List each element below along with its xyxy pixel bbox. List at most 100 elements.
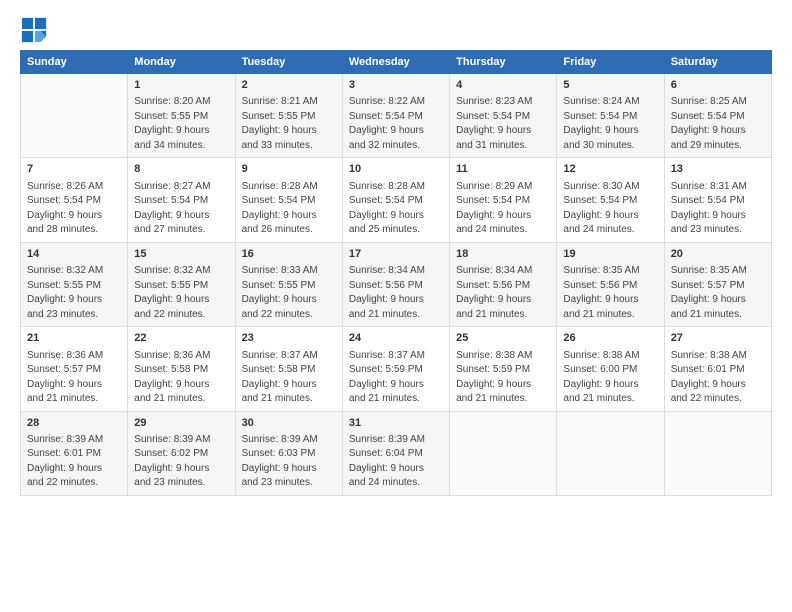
calendar-cell: 8 Sunrise: 8:27 AM Sunset: 5:54 PM Daylig… xyxy=(128,158,235,242)
calendar-cell: 13Sunrise: 8:31 AM Sunset: 5:54 PM Dayli… xyxy=(664,158,771,242)
calendar-cell: 27Sunrise: 8:38 AM Sunset: 6:01 PM Dayli… xyxy=(664,327,771,411)
day-number: 15 xyxy=(134,247,228,262)
week-row-3: 14 Sunrise: 8:32 AM Sunset: 5:55 PM Dayli… xyxy=(21,242,772,326)
calendar-cell: 2 Sunrise: 8:21 AM Sunset: 5:55 PM Daylig… xyxy=(235,74,342,158)
day-number: 14 xyxy=(27,247,121,262)
day-number: 12 xyxy=(563,162,657,177)
calendar-cell xyxy=(664,411,771,495)
day-info: Sunrise: 8:24 AM Sunset: 5:54 PM Dayligh… xyxy=(563,95,657,153)
day-info: Sunrise: 8:34 AM Sunset: 5:56 PM Dayligh… xyxy=(456,264,550,322)
day-info: Sunrise: 8:26 AM Sunset: 5:54 PM Dayligh… xyxy=(27,180,121,238)
day-info: Sunrise: 8:22 AM Sunset: 5:54 PM Dayligh… xyxy=(349,95,443,153)
col-header-tuesday: Tuesday xyxy=(235,51,342,74)
calendar-cell xyxy=(450,411,557,495)
calendar-cell: 31 Sunrise: 8:39 AM Sunset: 6:04 PM Dayli… xyxy=(342,411,449,495)
day-info: Sunrise: 8:23 AM Sunset: 5:54 PM Dayligh… xyxy=(456,95,550,153)
calendar-cell: 26 Sunrise: 8:38 AM Sunset: 6:00 PM Dayli… xyxy=(557,327,664,411)
calendar-cell: 14 Sunrise: 8:32 AM Sunset: 5:55 PM Dayli… xyxy=(21,242,128,326)
calendar-cell: 11Sunrise: 8:29 AM Sunset: 5:54 PM Dayli… xyxy=(450,158,557,242)
calendar-cell: 5Sunrise: 8:24 AM Sunset: 5:54 PM Daylig… xyxy=(557,74,664,158)
col-header-monday: Monday xyxy=(128,51,235,74)
day-number: 24 xyxy=(349,331,443,346)
col-header-wednesday: Wednesday xyxy=(342,51,449,74)
day-number: 19 xyxy=(563,247,657,262)
calendar-cell: 18 Sunrise: 8:34 AM Sunset: 5:56 PM Dayli… xyxy=(450,242,557,326)
day-number: 10 xyxy=(349,162,443,177)
calendar-cell: 7Sunrise: 8:26 AM Sunset: 5:54 PM Daylig… xyxy=(21,158,128,242)
week-row-1: 1Sunrise: 8:20 AM Sunset: 5:55 PM Daylig… xyxy=(21,74,772,158)
day-number: 30 xyxy=(242,416,336,431)
day-number: 4 xyxy=(456,78,550,93)
calendar-cell: 4 Sunrise: 8:23 AM Sunset: 5:54 PM Daylig… xyxy=(450,74,557,158)
day-number: 3 xyxy=(349,78,443,93)
calendar-cell: 3 Sunrise: 8:22 AM Sunset: 5:54 PM Daylig… xyxy=(342,74,449,158)
day-info: Sunrise: 8:34 AM Sunset: 5:56 PM Dayligh… xyxy=(349,264,443,322)
day-info: Sunrise: 8:28 AM Sunset: 5:54 PM Dayligh… xyxy=(349,180,443,238)
calendar-cell: 25 Sunrise: 8:38 AM Sunset: 5:59 PM Dayli… xyxy=(450,327,557,411)
day-number: 18 xyxy=(456,247,550,262)
day-info: Sunrise: 8:38 AM Sunset: 6:00 PM Dayligh… xyxy=(563,349,657,407)
day-number: 20 xyxy=(671,247,765,262)
calendar-cell: 10 Sunrise: 8:28 AM Sunset: 5:54 PM Dayli… xyxy=(342,158,449,242)
logo xyxy=(20,16,52,44)
col-header-thursday: Thursday xyxy=(450,51,557,74)
day-number: 2 xyxy=(242,78,336,93)
day-number: 22 xyxy=(134,331,228,346)
day-number: 1 xyxy=(134,78,228,93)
calendar-cell: 28 Sunrise: 8:39 AM Sunset: 6:01 PM Dayli… xyxy=(21,411,128,495)
calendar-cell: 6 Sunrise: 8:25 AM Sunset: 5:54 PM Daylig… xyxy=(664,74,771,158)
calendar-cell: 17 Sunrise: 8:34 AM Sunset: 5:56 PM Dayli… xyxy=(342,242,449,326)
day-info: Sunrise: 8:39 AM Sunset: 6:01 PM Dayligh… xyxy=(27,433,121,491)
calendar-cell: 1Sunrise: 8:20 AM Sunset: 5:55 PM Daylig… xyxy=(128,74,235,158)
header-row: SundayMondayTuesdayWednesdayThursdayFrid… xyxy=(21,51,772,74)
day-number: 17 xyxy=(349,247,443,262)
calendar-cell: 9 Sunrise: 8:28 AM Sunset: 5:54 PM Daylig… xyxy=(235,158,342,242)
day-number: 23 xyxy=(242,331,336,346)
day-info: Sunrise: 8:25 AM Sunset: 5:54 PM Dayligh… xyxy=(671,95,765,153)
day-number: 6 xyxy=(671,78,765,93)
day-info: Sunrise: 8:39 AM Sunset: 6:02 PM Dayligh… xyxy=(134,433,228,491)
calendar-cell xyxy=(557,411,664,495)
calendar-cell xyxy=(21,74,128,158)
day-info: Sunrise: 8:35 AM Sunset: 5:57 PM Dayligh… xyxy=(671,264,765,322)
day-number: 25 xyxy=(456,331,550,346)
calendar-cell: 22Sunrise: 8:36 AM Sunset: 5:58 PM Dayli… xyxy=(128,327,235,411)
calendar-table: SundayMondayTuesdayWednesdayThursdayFrid… xyxy=(20,50,772,496)
calendar-cell: 30 Sunrise: 8:39 AM Sunset: 6:03 PM Dayli… xyxy=(235,411,342,495)
day-info: Sunrise: 8:29 AM Sunset: 5:54 PM Dayligh… xyxy=(456,180,550,238)
day-info: Sunrise: 8:27 AM Sunset: 5:54 PM Dayligh… xyxy=(134,180,228,238)
day-number: 31 xyxy=(349,416,443,431)
day-number: 26 xyxy=(563,331,657,346)
header xyxy=(20,16,772,44)
calendar-cell: 19 Sunrise: 8:35 AM Sunset: 5:56 PM Dayli… xyxy=(557,242,664,326)
day-info: Sunrise: 8:35 AM Sunset: 5:56 PM Dayligh… xyxy=(563,264,657,322)
day-info: Sunrise: 8:39 AM Sunset: 6:03 PM Dayligh… xyxy=(242,433,336,491)
day-info: Sunrise: 8:21 AM Sunset: 5:55 PM Dayligh… xyxy=(242,95,336,153)
day-info: Sunrise: 8:32 AM Sunset: 5:55 PM Dayligh… xyxy=(134,264,228,322)
day-number: 8 xyxy=(134,162,228,177)
week-row-5: 28 Sunrise: 8:39 AM Sunset: 6:01 PM Dayli… xyxy=(21,411,772,495)
day-info: Sunrise: 8:30 AM Sunset: 5:54 PM Dayligh… xyxy=(563,180,657,238)
calendar-page: SundayMondayTuesdayWednesdayThursdayFrid… xyxy=(0,0,792,612)
day-info: Sunrise: 8:38 AM Sunset: 5:59 PM Dayligh… xyxy=(456,349,550,407)
day-info: Sunrise: 8:32 AM Sunset: 5:55 PM Dayligh… xyxy=(27,264,121,322)
day-info: Sunrise: 8:37 AM Sunset: 5:59 PM Dayligh… xyxy=(349,349,443,407)
day-info: Sunrise: 8:39 AM Sunset: 6:04 PM Dayligh… xyxy=(349,433,443,491)
day-number: 29 xyxy=(134,416,228,431)
day-info: Sunrise: 8:28 AM Sunset: 5:54 PM Dayligh… xyxy=(242,180,336,238)
col-header-saturday: Saturday xyxy=(664,51,771,74)
day-number: 9 xyxy=(242,162,336,177)
day-info: Sunrise: 8:33 AM Sunset: 5:55 PM Dayligh… xyxy=(242,264,336,322)
day-number: 28 xyxy=(27,416,121,431)
day-number: 16 xyxy=(242,247,336,262)
day-number: 21 xyxy=(27,331,121,346)
logo-icon xyxy=(20,16,48,44)
calendar-cell: 12 Sunrise: 8:30 AM Sunset: 5:54 PM Dayli… xyxy=(557,158,664,242)
calendar-cell: 24 Sunrise: 8:37 AM Sunset: 5:59 PM Dayli… xyxy=(342,327,449,411)
col-header-friday: Friday xyxy=(557,51,664,74)
calendar-cell: 15 Sunrise: 8:32 AM Sunset: 5:55 PM Dayli… xyxy=(128,242,235,326)
col-header-sunday: Sunday xyxy=(21,51,128,74)
calendar-cell: 16 Sunrise: 8:33 AM Sunset: 5:55 PM Dayli… xyxy=(235,242,342,326)
day-info: Sunrise: 8:37 AM Sunset: 5:58 PM Dayligh… xyxy=(242,349,336,407)
calendar-cell: 21Sunrise: 8:36 AM Sunset: 5:57 PM Dayli… xyxy=(21,327,128,411)
